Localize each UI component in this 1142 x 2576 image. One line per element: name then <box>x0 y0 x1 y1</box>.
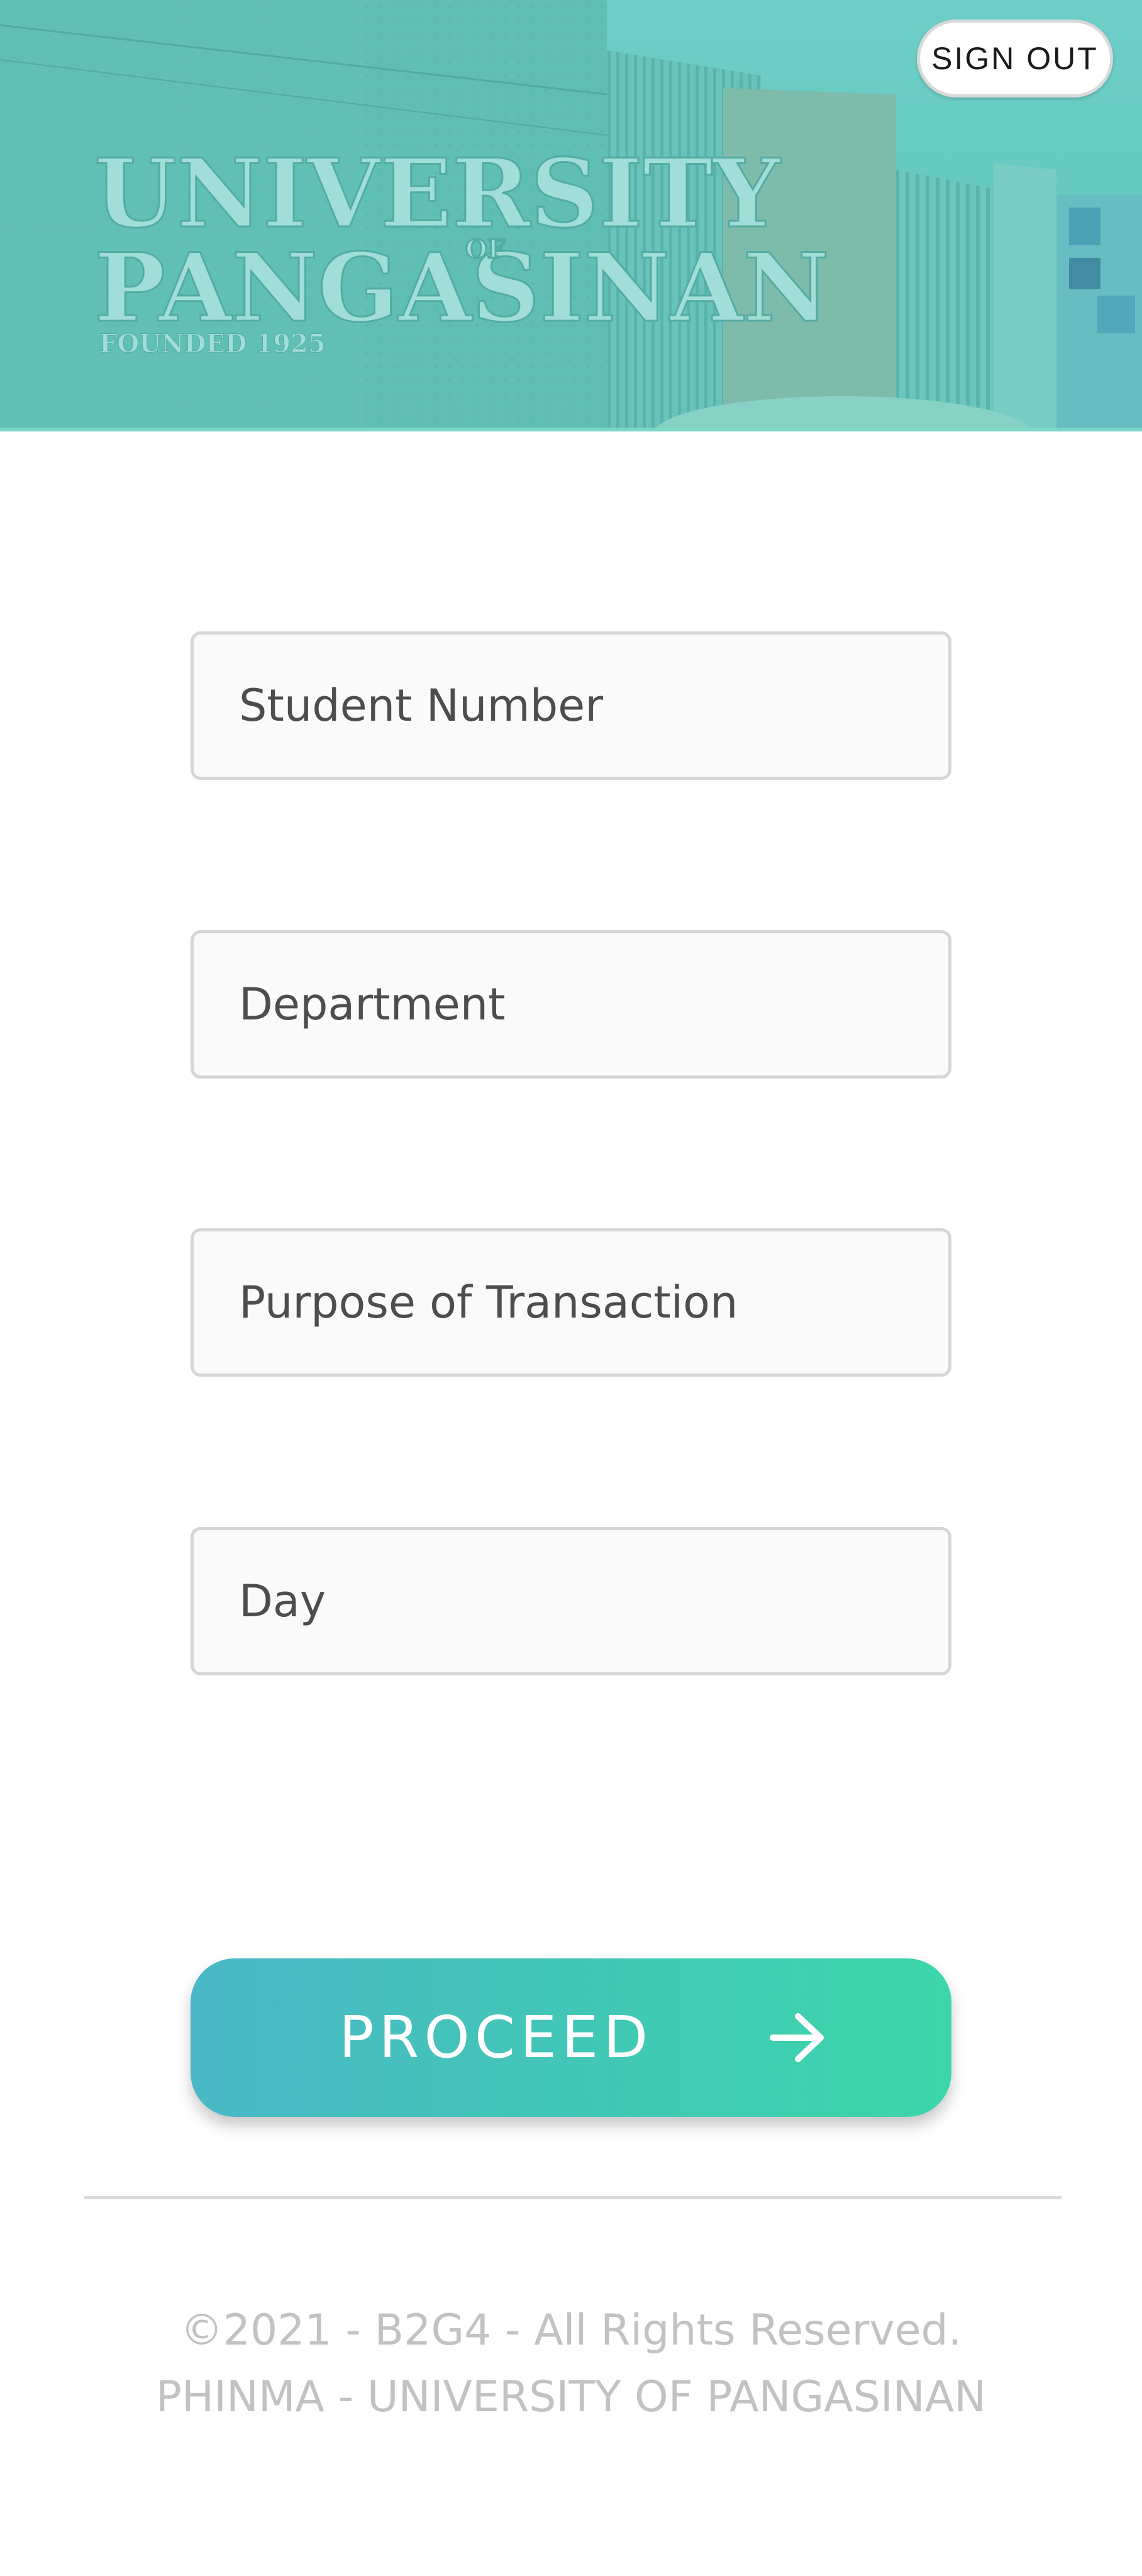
header-banner: UNIVERSITY PANGASINAN OF FOUNDED 1925 SI… <box>0 0 1142 431</box>
arrow-right-icon <box>770 2013 824 2062</box>
sign-out-button[interactable]: SIGN OUT <box>917 19 1113 97</box>
footer-divider <box>84 2196 1062 2199</box>
student-number-input[interactable] <box>191 631 951 780</box>
purpose-of-transaction-input[interactable] <box>191 1228 951 1377</box>
proceed-label: PROCEED <box>339 2004 653 2071</box>
day-input[interactable] <box>191 1527 951 1675</box>
footer-copyright: ©2021 - B2G4 - All Rights Reserved. <box>180 2306 962 2355</box>
department-input[interactable] <box>191 930 951 1079</box>
proceed-button[interactable]: PROCEED <box>191 1958 951 2117</box>
sign-out-label: SIGN OUT <box>931 41 1099 76</box>
banner-bottom-border <box>0 428 1142 431</box>
footer-institution: PHINMA - UNIVERSITY OF PANGASINAN <box>155 2372 987 2422</box>
